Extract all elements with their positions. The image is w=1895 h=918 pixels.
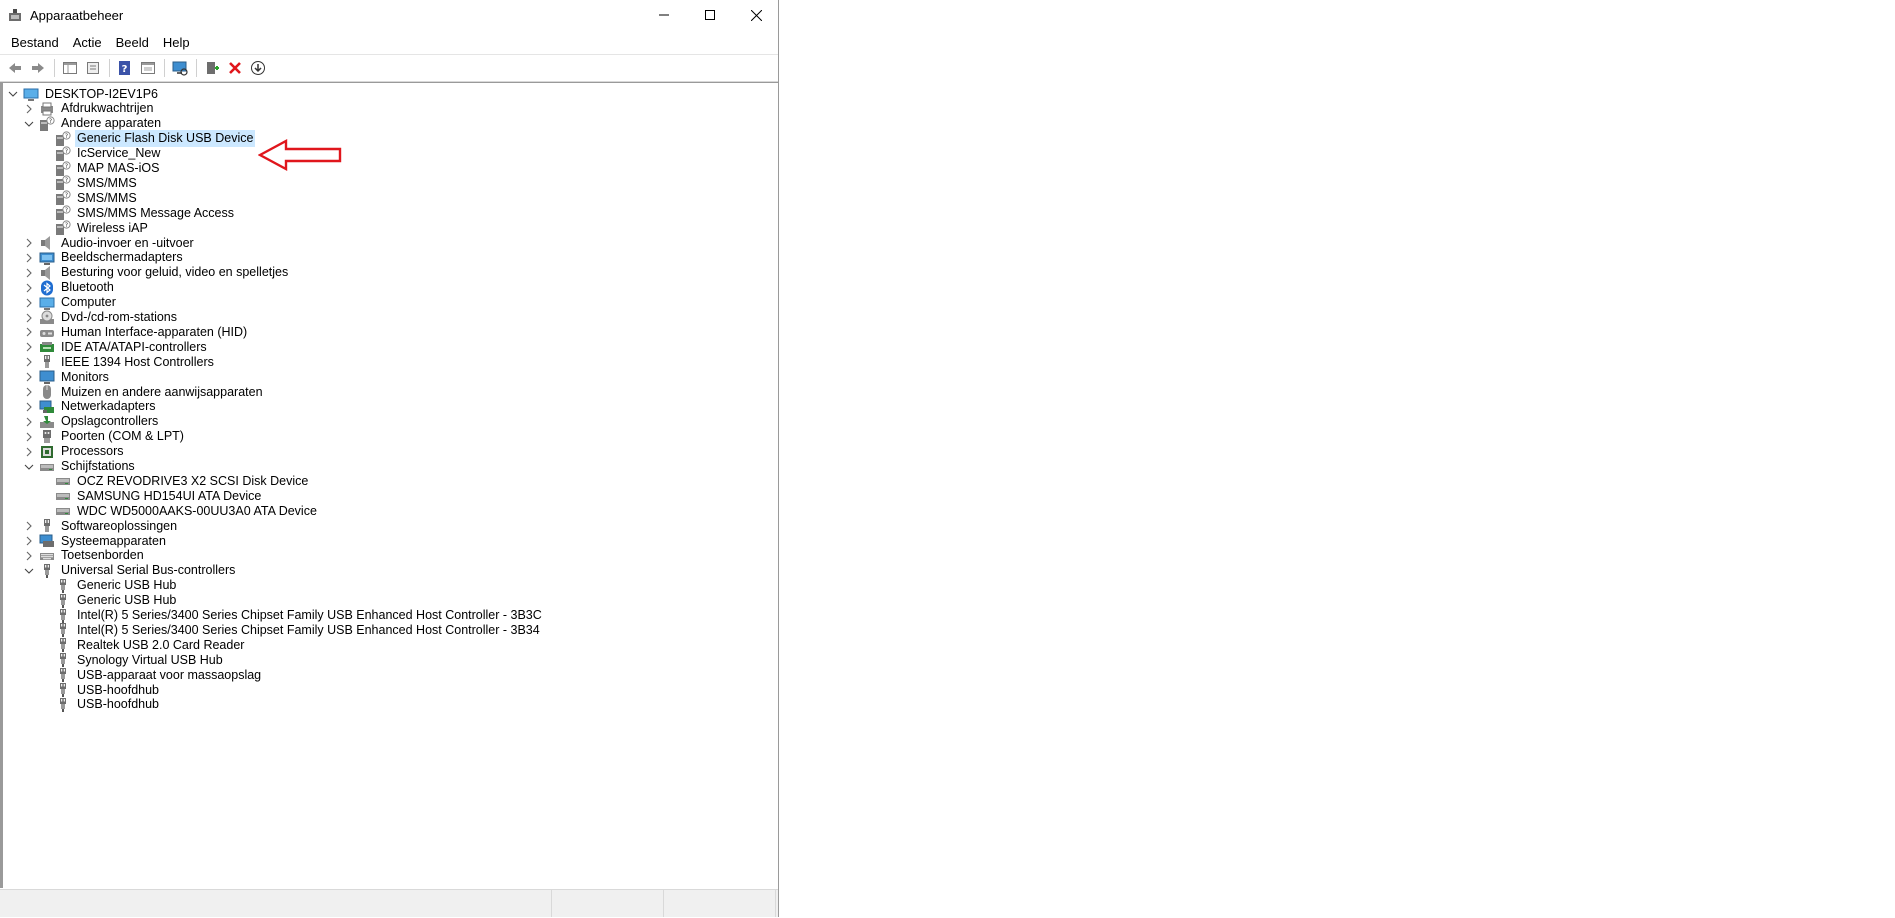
device-manager-window: Apparaatbeheer Bestand Actie Beeld Help bbox=[0, 0, 779, 917]
scan-hardware-icon bbox=[172, 61, 188, 76]
chevron-down-icon[interactable] bbox=[7, 85, 19, 103]
svg-text:?: ? bbox=[65, 192, 68, 199]
chevron-down-icon[interactable] bbox=[23, 562, 35, 580]
red-arrow-icon bbox=[257, 138, 342, 174]
toolbar-separator bbox=[109, 59, 110, 77]
toolbar: ? bbox=[0, 55, 778, 82]
minimize-icon bbox=[659, 14, 669, 16]
window-title: Apparaatbeheer bbox=[30, 8, 124, 23]
uninstall-device-button[interactable] bbox=[224, 57, 246, 79]
maximize-icon bbox=[705, 10, 715, 20]
unknown-device-icon: ? bbox=[39, 116, 55, 132]
svg-text:?: ? bbox=[65, 148, 68, 155]
menu-bestand[interactable]: Bestand bbox=[4, 33, 66, 52]
update-driver-button[interactable] bbox=[201, 57, 223, 79]
help-button[interactable]: ? bbox=[114, 57, 136, 79]
title-bar[interactable]: Apparaatbeheer bbox=[0, 0, 778, 30]
show-hide-tree-button[interactable] bbox=[59, 57, 81, 79]
usb-plug-icon bbox=[55, 697, 71, 713]
svg-text:?: ? bbox=[122, 64, 128, 75]
status-bar bbox=[0, 889, 778, 917]
svg-text:?: ? bbox=[65, 207, 68, 214]
show-hide-tree-icon bbox=[63, 62, 77, 74]
uninstall-device-icon bbox=[229, 62, 241, 74]
chevron-down-icon[interactable] bbox=[23, 458, 35, 476]
maximize-button[interactable] bbox=[687, 0, 733, 30]
menu-actie[interactable]: Actie bbox=[66, 33, 109, 52]
close-icon bbox=[750, 9, 762, 21]
menu-beeld[interactable]: Beeld bbox=[109, 33, 156, 52]
svg-text:?: ? bbox=[65, 133, 68, 140]
scan-hardware-button[interactable] bbox=[169, 57, 191, 79]
forward-button[interactable] bbox=[27, 57, 49, 79]
download-driver-button[interactable] bbox=[247, 57, 269, 79]
properties-button[interactable] bbox=[82, 57, 104, 79]
update-driver-icon bbox=[207, 62, 219, 74]
svg-text:?: ? bbox=[65, 177, 68, 184]
device-manager-icon bbox=[8, 8, 22, 22]
status-cell bbox=[552, 890, 664, 917]
forward-arrow-icon bbox=[32, 63, 44, 73]
toolbar-separator bbox=[54, 59, 55, 77]
close-button[interactable] bbox=[733, 0, 779, 30]
svg-text:?: ? bbox=[49, 118, 52, 125]
properties-icon bbox=[87, 62, 99, 74]
back-button[interactable] bbox=[4, 57, 26, 79]
back-arrow-icon bbox=[9, 63, 21, 73]
view-button[interactable] bbox=[137, 57, 159, 79]
status-cell bbox=[0, 890, 552, 917]
svg-text:?: ? bbox=[65, 163, 68, 170]
usb-plug-icon bbox=[39, 563, 55, 579]
help-icon: ? bbox=[119, 61, 130, 75]
status-cell bbox=[664, 890, 776, 917]
chevron-down-icon[interactable] bbox=[23, 115, 35, 133]
menu-bar: Bestand Actie Beeld Help bbox=[0, 30, 778, 55]
device-tree[interactable]: DESKTOP-I2EV1P6 Afdrukwachtrijen? Andere … bbox=[0, 82, 778, 888]
download-driver-icon bbox=[251, 61, 265, 75]
toolbar-separator bbox=[164, 59, 165, 77]
toolbar-separator bbox=[196, 59, 197, 77]
disk-drive-icon bbox=[39, 459, 55, 475]
tree-item-usb-hoofdhub[interactable]: USB-hoofdhub bbox=[55, 696, 161, 714]
menu-help[interactable]: Help bbox=[156, 33, 197, 52]
svg-text:?: ? bbox=[65, 222, 68, 229]
minimize-button[interactable] bbox=[641, 0, 687, 30]
view-icon bbox=[141, 62, 155, 74]
tree-item-label: USB-hoofdhub bbox=[77, 697, 160, 712]
